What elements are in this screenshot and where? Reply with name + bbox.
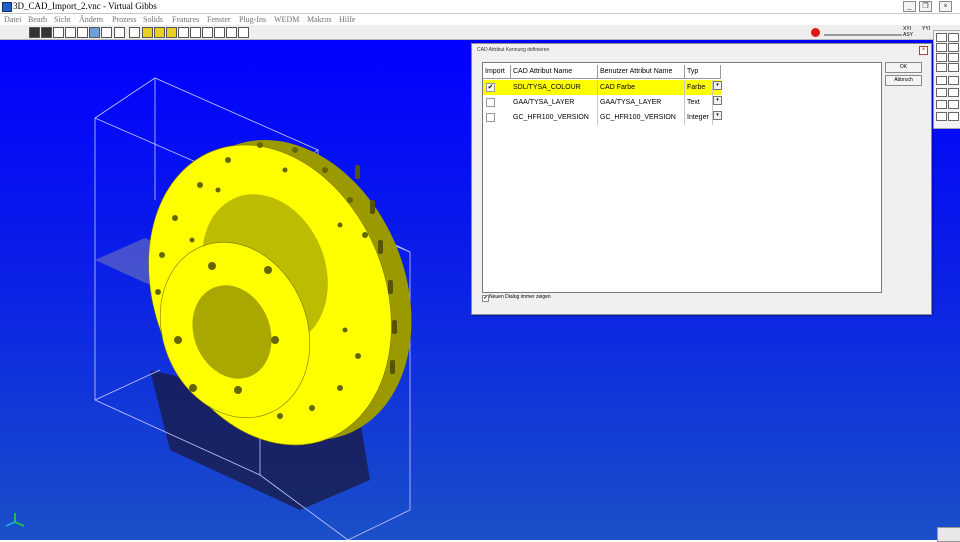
dialog-title: CAD Attribut Kennung definieren bbox=[477, 47, 550, 53]
palette-note-icon[interactable] bbox=[948, 100, 959, 109]
type-cell[interactable]: Integer bbox=[685, 110, 713, 125]
menu-plugins[interactable]: Plug-Ins bbox=[239, 14, 266, 25]
show-dialog-label: Neuen Dialog immer zeigen bbox=[489, 294, 551, 300]
view-side-icon[interactable] bbox=[53, 27, 64, 38]
palette-dim-icon[interactable] bbox=[936, 100, 947, 109]
measure-icon[interactable] bbox=[190, 27, 201, 38]
ok-button[interactable]: OK bbox=[885, 62, 922, 73]
palette-arc-icon[interactable] bbox=[948, 53, 959, 62]
type-cell[interactable]: Farbe bbox=[685, 80, 713, 95]
view-top-icon[interactable] bbox=[41, 27, 52, 38]
hidden-line-icon[interactable] bbox=[154, 27, 165, 38]
column-header-type[interactable]: Typ bbox=[685, 65, 721, 79]
palette-extrude-icon[interactable] bbox=[936, 76, 947, 85]
menu-wedm[interactable]: WEDM bbox=[274, 14, 299, 25]
palette-solid-icon[interactable] bbox=[936, 63, 947, 72]
restore-button[interactable]: ❐ bbox=[919, 1, 932, 12]
cad-name-cell: SDL/TYSA_COLOUR bbox=[511, 80, 598, 95]
zoom-icon[interactable] bbox=[214, 27, 225, 38]
palette-layer-icon[interactable] bbox=[936, 112, 947, 121]
column-header-cad-name[interactable]: CAD Attribut Name bbox=[511, 65, 598, 79]
cad-name-cell: GAA/TYSA_LAYER bbox=[511, 95, 598, 110]
palette-rect-icon[interactable] bbox=[936, 43, 947, 52]
user-name-cell[interactable]: GAA/TYSA_LAYER bbox=[598, 95, 685, 110]
view-box-icon[interactable] bbox=[77, 27, 88, 38]
view-front-icon[interactable] bbox=[29, 27, 40, 38]
toolbar-value-bottom: ASY bbox=[903, 32, 914, 38]
stop-icon[interactable] bbox=[811, 28, 820, 37]
tool-palette bbox=[933, 30, 960, 129]
view-list-icon[interactable] bbox=[101, 27, 112, 38]
show-dialog-checkbox[interactable]: ✔ bbox=[482, 295, 489, 302]
menu-fenster[interactable]: Fenster bbox=[207, 14, 231, 25]
table-row[interactable]: GC_HFR100_VERSION GC_HFR100_VERSION Inte… bbox=[483, 110, 722, 125]
wireframe-icon[interactable] bbox=[129, 27, 140, 38]
toolbar-value-right: YYI bbox=[922, 26, 931, 32]
type-cell[interactable]: Text bbox=[685, 95, 713, 110]
column-header-import[interactable]: Import bbox=[483, 65, 511, 79]
view-iso-icon[interactable] bbox=[65, 27, 76, 38]
section-icon[interactable] bbox=[178, 27, 189, 38]
palette-shell-icon[interactable] bbox=[936, 88, 947, 97]
palette-new-icon[interactable] bbox=[936, 33, 947, 42]
palette-blend-icon[interactable] bbox=[948, 88, 959, 97]
menu-sicht[interactable]: Sicht bbox=[54, 14, 70, 25]
menu-hilfe[interactable]: Hilfe bbox=[339, 14, 355, 25]
cad-attribute-dialog: CAD Attribut Kennung definieren × Import… bbox=[471, 43, 932, 315]
render-icon[interactable] bbox=[166, 27, 177, 38]
palette-circle-icon[interactable] bbox=[936, 53, 947, 62]
column-header-user-name[interactable]: Benutzer Attribut Name bbox=[598, 65, 685, 79]
app-icon bbox=[2, 2, 12, 12]
dialog-close-button[interactable]: × bbox=[919, 46, 928, 55]
view-grid-icon[interactable] bbox=[89, 27, 100, 38]
attribute-table: Import CAD Attribut Name Benutzer Attrib… bbox=[482, 62, 882, 293]
menu-bearb[interactable]: Bearb bbox=[28, 14, 47, 25]
user-name-cell[interactable]: GC_HFR100_VERSION bbox=[598, 110, 685, 125]
progress-bar bbox=[824, 34, 902, 36]
import-checkbox[interactable]: ✔ bbox=[486, 83, 495, 92]
menu-datei[interactable]: Datei bbox=[4, 14, 21, 25]
menu-features[interactable]: Features bbox=[172, 14, 199, 25]
palette-revolve-icon[interactable] bbox=[948, 76, 959, 85]
type-dropdown-icon[interactable]: ▾ bbox=[713, 81, 722, 90]
minimize-button[interactable]: _ bbox=[903, 1, 916, 12]
palette-line-icon[interactable] bbox=[948, 43, 959, 52]
axis-triad-icon bbox=[5, 513, 25, 527]
import-checkbox[interactable] bbox=[486, 113, 495, 122]
table-row[interactable]: ✔ SDL/TYSA_COLOUR CAD Farbe Farbe ▾ bbox=[483, 80, 722, 95]
palette-attr-icon[interactable] bbox=[948, 112, 959, 121]
table-row[interactable]: GAA/TYSA_LAYER GAA/TYSA_LAYER Text ▾ bbox=[483, 95, 722, 110]
menu-aendern[interactable]: Ändern bbox=[79, 14, 103, 25]
close-button[interactable]: × bbox=[939, 1, 952, 12]
help-icon[interactable] bbox=[238, 27, 249, 38]
type-dropdown-icon[interactable]: ▾ bbox=[713, 111, 722, 120]
user-name-cell[interactable]: CAD Farbe bbox=[598, 80, 685, 95]
menu-solids[interactable]: Solids bbox=[143, 14, 163, 25]
pointer-icon[interactable] bbox=[202, 27, 213, 38]
window-title: 3D_CAD_Import_2.vnc - Virtual Gibbs bbox=[13, 1, 157, 11]
import-checkbox[interactable] bbox=[486, 98, 495, 107]
view-table-icon[interactable] bbox=[114, 27, 125, 38]
print-icon[interactable] bbox=[226, 27, 237, 38]
title-bar: 3D_CAD_Import_2.vnc - Virtual Gibbs _ ❐ … bbox=[0, 0, 960, 14]
shaded-solid-icon[interactable] bbox=[142, 27, 153, 38]
menu-makros[interactable]: Makros bbox=[307, 14, 331, 25]
type-dropdown-icon[interactable]: ▾ bbox=[713, 96, 722, 105]
cad-name-cell: GC_HFR100_VERSION bbox=[511, 110, 598, 125]
cancel-button[interactable]: Abbruch bbox=[885, 75, 922, 86]
menu-prozess[interactable]: Prozess bbox=[112, 14, 136, 25]
palette-surface-icon[interactable] bbox=[948, 63, 959, 72]
menu-bar: Datei Bearb Sicht Ändern Prozess Solids … bbox=[0, 14, 960, 25]
palette-open-icon[interactable] bbox=[948, 33, 959, 42]
